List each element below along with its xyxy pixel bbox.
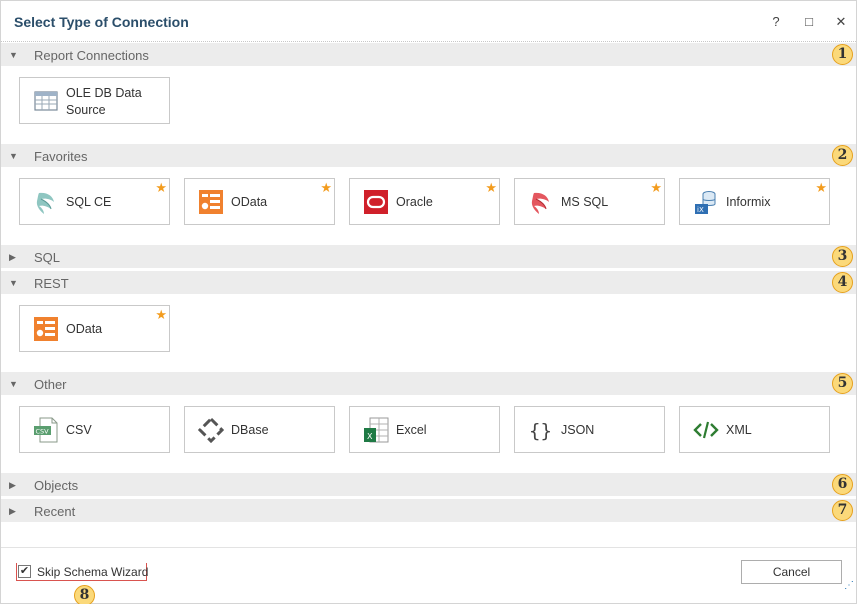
- maximize-button[interactable]: □: [798, 11, 820, 33]
- favorite-star-icon[interactable]: ★: [155, 307, 167, 323]
- section-label: Favorites: [34, 149, 88, 164]
- odata-icon: [199, 190, 223, 214]
- tile-excel[interactable]: X Excel: [349, 406, 500, 453]
- callout-badge: 6: [832, 474, 853, 495]
- section-sql[interactable]: ▶ SQL 3: [1, 245, 856, 268]
- section-favorites[interactable]: ▼ Favorites 2: [1, 144, 856, 167]
- section-report-connections[interactable]: ▼ Report Connections 1: [1, 43, 856, 66]
- tile-label: JSON: [561, 423, 595, 437]
- tile-xml[interactable]: XML: [679, 406, 830, 453]
- section-recent[interactable]: ▶ Recent 7: [1, 499, 856, 522]
- expanded-arrow-icon: ▼: [9, 50, 18, 60]
- tile-sql-ce[interactable]: SQL CE ★: [19, 178, 170, 225]
- tile-odata-rest[interactable]: OData ★: [19, 305, 170, 352]
- svg-text:{}: {}: [529, 420, 552, 442]
- csv-icon: CSV: [34, 417, 58, 443]
- favorite-star-icon[interactable]: ★: [155, 180, 167, 196]
- tile-informix[interactable]: iX Informix ★: [679, 178, 830, 225]
- callout-badge: 3: [832, 246, 853, 267]
- oracle-icon: [364, 190, 388, 214]
- tile-csv[interactable]: CSV CSV: [19, 406, 170, 453]
- section-label: Report Connections: [34, 48, 149, 63]
- excel-icon: X: [364, 417, 389, 443]
- tile-dbase[interactable]: DBase: [184, 406, 335, 453]
- title-bar: Select Type of Connection ? □ ✕: [1, 1, 856, 43]
- collapsed-arrow-icon: ▶: [9, 506, 16, 516]
- tile-ole-db-data-source[interactable]: OLE DB Data Source: [19, 77, 170, 124]
- callout-badge: 2: [832, 145, 853, 166]
- tile-label: SQL CE: [66, 195, 112, 209]
- section-label: Other: [34, 377, 67, 392]
- section-label: Recent: [34, 504, 76, 519]
- callout-badge: 7: [832, 500, 853, 521]
- tile-label: DBase: [231, 423, 269, 437]
- tile-label: OData: [66, 322, 103, 336]
- xml-icon: [693, 421, 719, 439]
- favorite-star-icon[interactable]: ★: [815, 180, 827, 196]
- dbase-icon: [198, 417, 224, 443]
- section-other[interactable]: ▼ Other 5: [1, 372, 856, 395]
- title-divider: [1, 41, 856, 42]
- expanded-arrow-icon: ▼: [9, 278, 18, 288]
- tile-label: OData: [231, 195, 268, 209]
- select-connection-dialog: Select Type of Connection ? □ ✕ ▼ Report…: [0, 0, 857, 604]
- expanded-arrow-icon: ▼: [9, 151, 18, 161]
- expanded-arrow-icon: ▼: [9, 379, 18, 389]
- tile-label: XML: [726, 423, 752, 437]
- sql-server-icon: [531, 192, 549, 214]
- odata-icon: [34, 317, 58, 341]
- tile-oracle[interactable]: Oracle ★: [349, 178, 500, 225]
- tile-label: Excel: [396, 423, 427, 437]
- dialog-title: Select Type of Connection: [14, 14, 189, 30]
- help-button[interactable]: ?: [765, 11, 787, 33]
- section-rest[interactable]: ▼ REST 4: [1, 271, 856, 294]
- skip-schema-label[interactable]: Skip Schema Wizard: [37, 565, 148, 579]
- favorite-star-icon[interactable]: ★: [485, 180, 497, 196]
- table-icon: [34, 91, 58, 111]
- svg-text:iX: iX: [697, 206, 704, 214]
- resize-grip-icon[interactable]: ⋰: [844, 580, 854, 591]
- tile-label: OLE DB Data Source: [66, 86, 142, 117]
- collapsed-arrow-icon: ▶: [9, 252, 16, 262]
- section-label: Objects: [34, 478, 79, 493]
- tile-label: CSV: [66, 423, 92, 437]
- close-button[interactable]: ✕: [830, 11, 852, 33]
- section-objects[interactable]: ▶ Objects 6: [1, 473, 856, 496]
- tile-label: MS SQL: [561, 195, 609, 209]
- svg-text:CSV: CSV: [36, 428, 50, 436]
- section-label: REST: [34, 276, 69, 291]
- section-label: SQL: [34, 250, 61, 265]
- informix-icon: iX: [695, 191, 716, 214]
- tile-label: Oracle: [396, 195, 433, 209]
- skip-schema-checkbox[interactable]: ✔: [18, 565, 31, 578]
- sql-server-icon: [36, 192, 54, 214]
- tile-label: Informix: [726, 195, 771, 209]
- tile-odata-favorite[interactable]: OData ★: [184, 178, 335, 225]
- svg-text:X: X: [367, 432, 373, 441]
- favorite-star-icon[interactable]: ★: [650, 180, 662, 196]
- json-icon: {}: [529, 420, 552, 442]
- cancel-button[interactable]: Cancel: [741, 560, 842, 584]
- callout-badge: 8: [74, 585, 95, 604]
- callout-badge: 5: [832, 373, 853, 394]
- collapsed-arrow-icon: ▶: [9, 480, 16, 490]
- callout-badge: 4: [832, 272, 853, 293]
- favorite-star-icon[interactable]: ★: [320, 180, 332, 196]
- callout-badge: 1: [832, 44, 853, 65]
- footer-divider: [1, 547, 856, 548]
- tile-ms-sql[interactable]: MS SQL ★: [514, 178, 665, 225]
- tile-json[interactable]: {} JSON: [514, 406, 665, 453]
